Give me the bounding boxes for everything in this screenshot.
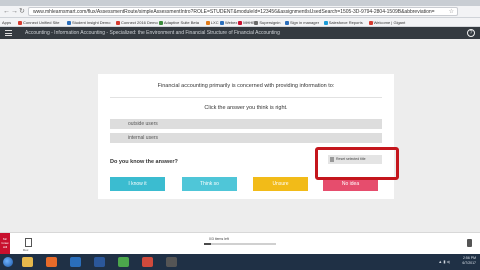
bookmark-label: LXC [210,20,219,25]
bookmark-item[interactable]: Connect Unified Site [18,19,59,26]
address-bar[interactable]: www.mhlearnsmart.com/flux/AssessmentRout… [28,7,458,16]
answer-choice-2[interactable]: internal users [110,133,382,143]
progress-bar-fill [204,243,212,245]
bookmark-label: Adaptive Suite Beta [163,20,199,25]
forward-arrow-icon[interactable]: → [11,7,18,17]
bookmark-item[interactable]: Adaptive Suite Beta [158,19,199,26]
highlight-annotation [315,147,399,180]
bookmark-favicon-icon [18,20,22,25]
bookmark-favicon-icon [254,20,259,25]
start-button-icon[interactable] [3,257,13,267]
bookmark-favicon-icon [158,20,163,25]
bookmark-apps[interactable]: Apps [2,19,11,26]
bookmark-label: MHHE [243,20,255,25]
bookmark-label: Student Insight Demo [72,20,111,25]
progress-bar [204,243,276,245]
media-taskbar-icon[interactable] [142,257,153,267]
bookmark-item[interactable]: Student Insight Demo [67,19,110,26]
bookmark-label: Sign in manager [289,20,320,25]
bookmark-favicon-icon [368,20,373,25]
clock-date: 6/7/2017 [462,261,476,265]
hamburger-menu-icon[interactable] [5,30,12,36]
bookmark-label: Salesforce Reports [328,20,363,25]
browser-toolbar: ← → ↻ www.mhlearnsmart.com/flux/Assessme… [0,6,480,18]
bookmark-favicon-icon [67,20,71,25]
word-taskbar-icon[interactable] [94,257,105,267]
help-icon[interactable]: ? [467,29,475,37]
bookmark-label: Supersignin [259,20,281,25]
answer-choice-1[interactable]: outside users [110,119,382,129]
question-card: Financial accounting primarily is concer… [98,74,394,199]
progress-label: 0/3 items left [209,237,229,241]
divider [110,97,382,98]
outlook-taskbar-icon[interactable] [70,257,81,267]
bookmark-favicon-icon [116,20,120,25]
main-content: Financial accounting primarily is concer… [0,39,480,232]
bookmark-favicon-icon [205,20,210,25]
system-tray-icons[interactable]: ▲ ▮ ◂) [438,259,450,264]
explorer-taskbar-icon[interactable] [22,257,33,267]
bookmarks-bar: Apps Connect Unified Site Student Insight… [0,18,480,27]
app-taskbar-icon[interactable] [166,257,177,267]
question-prompt: Financial accounting primarily is concer… [157,83,335,89]
bookmark-label: Webex [224,20,238,25]
chrome-taskbar-icon[interactable] [118,257,129,267]
confidence-button-i-know-it[interactable]: I know it [110,177,165,191]
bookmark-favicon-icon [284,20,289,25]
confidence-button-unsure[interactable]: Unsure [253,177,308,191]
bookmark-item[interactable]: Webex [219,19,238,26]
mcgraw-hill-logo: Mc Graw Hill [0,233,10,254]
bookmark-item[interactable]: LXC [205,19,219,26]
reload-icon[interactable]: ↻ [19,7,25,17]
back-arrow-icon[interactable]: ← [3,7,10,17]
confidence-prompt: Do you know the answer? [110,159,178,165]
bookmark-item[interactable]: MHHE [238,19,255,26]
bookmark-star-icon[interactable]: ☆ [449,8,454,16]
app-header: Accounting - Information Accounting - Sp… [0,27,480,39]
document-label: Doc [23,248,29,252]
lock-icon[interactable] [467,239,472,247]
firefox-taskbar-icon[interactable] [46,257,57,267]
bookmark-item[interactable]: Sign in manager [284,19,320,26]
bookmark-item[interactable]: Salesforce Reports [323,19,363,26]
address-bar-url[interactable]: www.mhlearnsmart.com/flux/AssessmentRout… [33,9,453,15]
taskbar-clock[interactable]: 2:56 PM 6/7/2017 [462,256,476,266]
document-icon[interactable] [25,238,32,247]
os-taskbar: ▲ ▮ ◂) 2:56 PM 6/7/2017 [0,254,480,270]
bookmark-item[interactable]: Supersignin [254,19,281,26]
bookmark-label: Welcome | Gigant [373,20,406,25]
breadcrumb: Accounting - Information Accounting - Sp… [25,30,280,36]
question-instruction: Click the answer you think is right. [204,105,288,111]
bookmark-label: Connect Unified Site [23,20,60,25]
bookmark-item[interactable]: Connect 2016 Demo [116,19,158,26]
bookmark-favicon-icon [323,20,328,25]
bookmark-favicon-icon [219,20,224,25]
bookmark-label: Connect 2016 Demo [121,20,158,25]
confidence-button-think-so[interactable]: Think so [182,177,237,191]
bookmark-item[interactable]: Welcome | Gigant [368,19,406,26]
bookmark-favicon-icon [238,20,243,25]
app-footer: Mc Graw Hill Doc 0/3 items left [0,232,480,254]
